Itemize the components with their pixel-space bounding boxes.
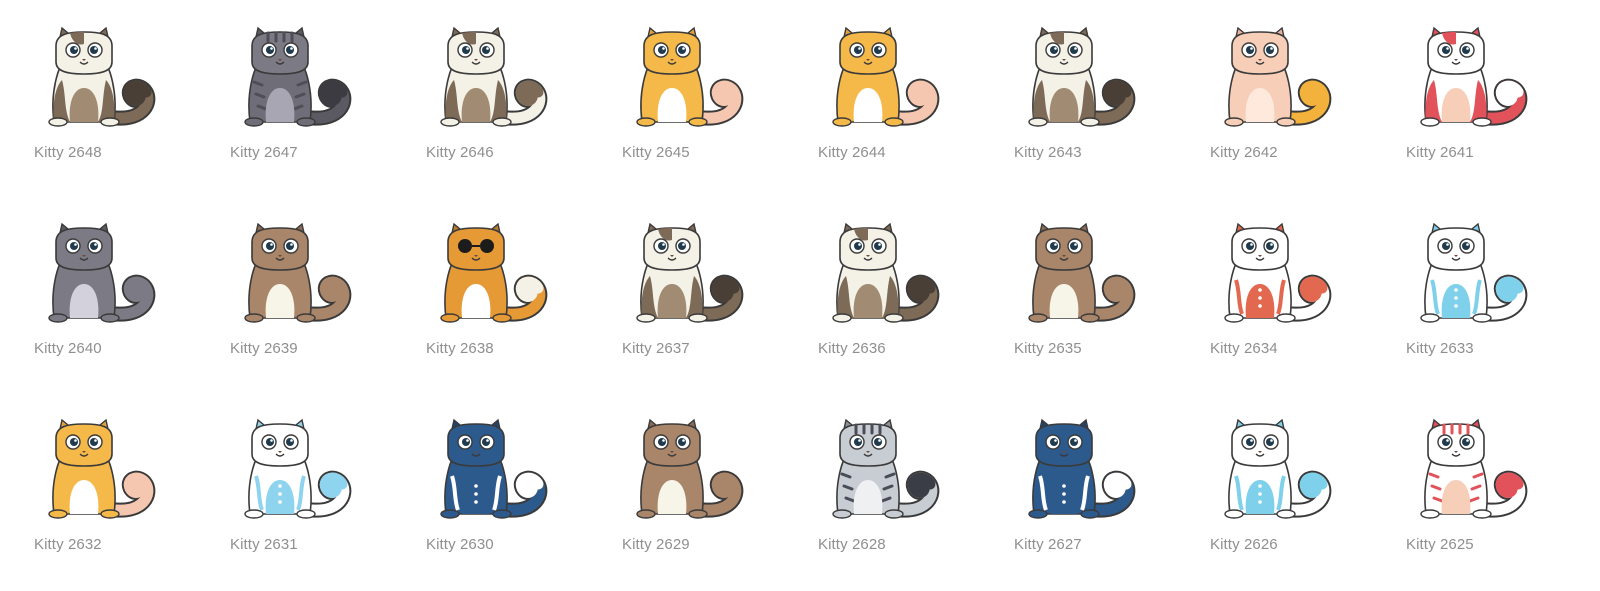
kitty-image[interactable]	[1200, 414, 1340, 524]
kitty-name-label: Kitty 2626	[1210, 536, 1278, 553]
kitty-card[interactable]: Kitty 2642	[1186, 4, 1366, 174]
kitty-card[interactable]: Kitty 2643	[990, 4, 1170, 174]
kitty-name-label: Kitty 2634	[1210, 340, 1278, 357]
kitty-name-label: Kitty 2631	[230, 536, 298, 553]
kitty-card[interactable]: Kitty 2626	[1186, 396, 1366, 566]
kitty-name-label: Kitty 2648	[34, 144, 102, 161]
kitty-image[interactable]	[1004, 22, 1144, 132]
kitty-image[interactable]	[808, 218, 948, 328]
kitty-name-label: Kitty 2637	[622, 340, 690, 357]
kitty-card[interactable]: Kitty 2638	[402, 200, 582, 370]
kitty-image[interactable]	[612, 218, 752, 328]
kitty-image[interactable]	[1396, 414, 1536, 524]
kitty-name-label: Kitty 2641	[1406, 144, 1474, 161]
kitty-image[interactable]	[24, 414, 164, 524]
kitty-name-label: Kitty 2642	[1210, 144, 1278, 161]
kitty-card[interactable]: Kitty 2633	[1382, 200, 1562, 370]
kitty-image[interactable]	[808, 414, 948, 524]
kitty-name-label: Kitty 2644	[818, 144, 886, 161]
kitty-image[interactable]	[1004, 218, 1144, 328]
kitty-card[interactable]: Kitty 2646	[402, 4, 582, 174]
kitty-card[interactable]: Kitty 2635	[990, 200, 1170, 370]
kitty-image[interactable]	[612, 414, 752, 524]
kitty-card[interactable]: Kitty 2634	[1186, 200, 1366, 370]
kitty-card[interactable]: Kitty 2640	[10, 200, 190, 370]
kitty-name-label: Kitty 2635	[1014, 340, 1082, 357]
kitty-name-label: Kitty 2645	[622, 144, 690, 161]
kitty-image[interactable]	[1396, 22, 1536, 132]
kitty-card[interactable]: Kitty 2629	[598, 396, 778, 566]
kitty-name-label: Kitty 2646	[426, 144, 494, 161]
kitty-card[interactable]: Kitty 2627	[990, 396, 1170, 566]
kitty-card[interactable]: Kitty 2648	[10, 4, 190, 174]
kitty-card[interactable]: Kitty 2647	[206, 4, 386, 174]
kitty-image[interactable]	[612, 22, 752, 132]
kitty-image[interactable]	[416, 218, 556, 328]
kitty-name-label: Kitty 2647	[230, 144, 298, 161]
kitty-grid: Kitty 2648 Kitty 2647 Kitty 2646 Kitty 2645…	[0, 0, 1600, 591]
kitty-name-label: Kitty 2643	[1014, 144, 1082, 161]
kitty-image[interactable]	[416, 414, 556, 524]
kitty-card[interactable]: Kitty 2641	[1382, 4, 1562, 174]
kitty-name-label: Kitty 2627	[1014, 536, 1082, 553]
kitty-name-label: Kitty 2640	[34, 340, 102, 357]
kitty-card[interactable]: Kitty 2628	[794, 396, 974, 566]
kitty-name-label: Kitty 2629	[622, 536, 690, 553]
kitty-name-label: Kitty 2633	[1406, 340, 1474, 357]
kitty-image[interactable]	[220, 22, 360, 132]
kitty-image[interactable]	[1396, 218, 1536, 328]
kitty-name-label: Kitty 2636	[818, 340, 886, 357]
kitty-name-label: Kitty 2625	[1406, 536, 1474, 553]
kitty-name-label: Kitty 2630	[426, 536, 494, 553]
kitty-card[interactable]: Kitty 2630	[402, 396, 582, 566]
kitty-name-label: Kitty 2628	[818, 536, 886, 553]
kitty-card[interactable]: Kitty 2644	[794, 4, 974, 174]
kitty-card[interactable]: Kitty 2645	[598, 4, 778, 174]
kitty-image[interactable]	[1004, 414, 1144, 524]
kitty-image[interactable]	[1200, 218, 1340, 328]
kitty-card[interactable]: Kitty 2639	[206, 200, 386, 370]
kitty-name-label: Kitty 2639	[230, 340, 298, 357]
kitty-image[interactable]	[220, 218, 360, 328]
kitty-name-label: Kitty 2638	[426, 340, 494, 357]
kitty-card[interactable]: Kitty 2632	[10, 396, 190, 566]
kitty-card[interactable]: Kitty 2631	[206, 396, 386, 566]
kitty-card[interactable]: Kitty 2637	[598, 200, 778, 370]
kitty-image[interactable]	[416, 22, 556, 132]
kitty-name-label: Kitty 2632	[34, 536, 102, 553]
kitty-image[interactable]	[24, 22, 164, 132]
kitty-image[interactable]	[1200, 22, 1340, 132]
kitty-card[interactable]: Kitty 2636	[794, 200, 974, 370]
kitty-image[interactable]	[808, 22, 948, 132]
kitty-card[interactable]: Kitty 2625	[1382, 396, 1562, 566]
kitty-image[interactable]	[220, 414, 360, 524]
kitty-image[interactable]	[24, 218, 164, 328]
